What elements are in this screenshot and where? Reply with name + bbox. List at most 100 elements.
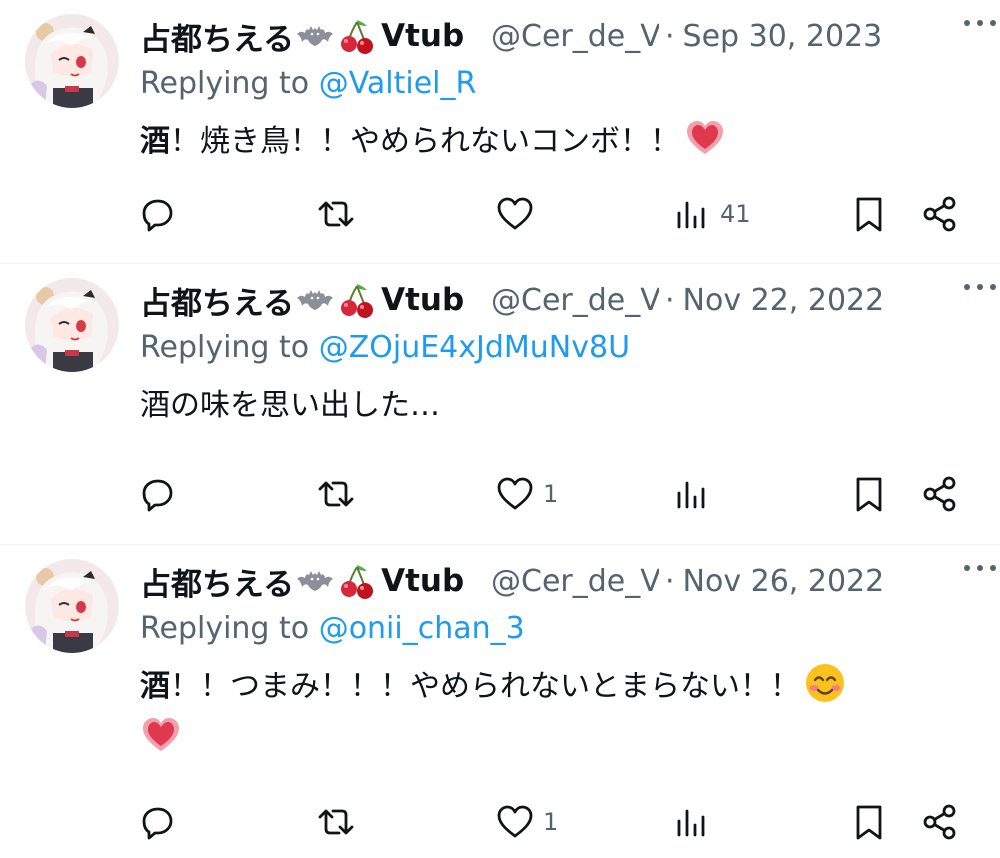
header-separator: · [665, 563, 675, 599]
author-name-suffix: Vtub [381, 282, 465, 318]
tweet-text-rest: 酒の味を思い出した… [140, 388, 440, 423]
replying-to-label: Replying to [140, 611, 310, 646]
reply-icon [142, 807, 173, 840]
bookmark-icon [856, 197, 882, 232]
tweet-text-rest: ！！つまみ！！！やめられないとまらない！！ [170, 669, 800, 704]
like-count: 1 [543, 480, 559, 508]
views-button[interactable] [672, 797, 720, 847]
tweet-date[interactable]: Sep 30, 2023 [683, 19, 883, 54]
reply-icon [142, 199, 173, 232]
tweet-date[interactable]: Nov 26, 2022 [683, 564, 885, 599]
share-icon [923, 196, 956, 232]
bookmark-icon [856, 477, 882, 512]
retweet-button[interactable] [316, 469, 364, 519]
author-name[interactable]: 占都ちえる Vtub [140, 14, 483, 59]
cherries-icon [337, 280, 377, 320]
reply-button[interactable] [138, 469, 186, 519]
tweet-text-rest: ！焼き鳥！！やめられないコンボ！！ [170, 124, 680, 159]
replying-to-mention[interactable]: @onii_chan_3 [319, 611, 525, 646]
views-icon [677, 809, 705, 837]
author-name-suffix: Vtub [381, 18, 465, 54]
avatar[interactable] [25, 559, 119, 653]
author-name-suffix: Vtub [381, 563, 465, 599]
bookmark-button[interactable] [849, 189, 889, 239]
share-icon [923, 476, 956, 512]
tweet-actions: 41 [0, 189, 1000, 239]
replying-to: Replying to @ZOjuE4xJdMuNv8U [140, 330, 630, 365]
replying-to-label: Replying to [140, 330, 310, 365]
bookmark-icon [856, 805, 882, 840]
header-separator: · [665, 18, 675, 54]
tweet-text: 酒！！つまみ！！！やめられないとまらない！！ [140, 661, 970, 765]
retweet-icon [318, 201, 354, 227]
tweet-text-bold: 酒 [140, 124, 170, 159]
author-name-text: 占都ちえる [140, 285, 295, 322]
more-icon[interactable] [960, 553, 1000, 583]
share-button[interactable] [920, 189, 960, 239]
tweet[interactable]: 占都ちえる Vtub @Cer_de_Vl · Nov 26, 2022 Rep… [0, 545, 1000, 858]
views-icon [677, 481, 705, 509]
bookmark-button[interactable] [849, 469, 889, 519]
bookmark-button[interactable] [849, 797, 889, 847]
like-icon [497, 477, 533, 510]
replying-to: Replying to @onii_chan_3 [140, 611, 525, 646]
views-icon [677, 201, 705, 229]
bat-icon [295, 280, 335, 320]
views-button[interactable] [672, 469, 720, 519]
heart-icon [140, 714, 182, 756]
tweet-header: 占都ちえる Vtub @Cer_de_Vl · Nov 22, 2022 [140, 276, 980, 324]
retweet-button[interactable] [316, 189, 364, 239]
author-name[interactable]: 占都ちえる Vtub [140, 559, 483, 604]
retweet-button[interactable] [316, 797, 364, 847]
share-button[interactable] [920, 469, 960, 519]
replying-to-mention[interactable]: @Valtiel_R [319, 66, 477, 101]
bat-icon [295, 561, 335, 601]
header-separator: · [665, 282, 675, 318]
author-name[interactable]: 占都ちえる Vtub [140, 278, 483, 323]
like-button[interactable]: 1 [495, 469, 558, 519]
tweet[interactable]: 占都ちえる Vtub @Cer_de_Vl · Nov 22, 2022 Rep… [0, 264, 1000, 544]
like-button[interactable] [495, 189, 543, 239]
cherries-icon [337, 561, 377, 601]
retweet-icon [318, 481, 354, 507]
author-handle[interactable]: @Cer_de_Vl [491, 564, 659, 599]
avatar[interactable] [25, 14, 119, 108]
tweet-text: 酒！焼き鳥！！やめられないコンボ！！ [140, 116, 970, 168]
more-icon[interactable] [960, 272, 1000, 302]
avatar-image [25, 14, 119, 108]
replying-to: Replying to @Valtiel_R [140, 66, 476, 101]
replying-to-mention[interactable]: @ZOjuE4xJdMuNv8U [319, 330, 630, 365]
tweet-actions: 1 [0, 469, 1000, 519]
author-handle[interactable]: @Cer_de_Vl [491, 283, 659, 318]
author-name-text: 占都ちえる [140, 566, 295, 603]
tweet-text: 酒の味を思い出した… [140, 380, 970, 432]
tweet-header: 占都ちえる Vtub @Cer_de_Vl · Sep 30, 2023 [140, 12, 980, 60]
author-handle[interactable]: @Cer_de_Vl [491, 19, 659, 54]
like-icon [497, 197, 533, 230]
share-icon [923, 804, 956, 840]
avatar[interactable] [25, 278, 119, 372]
author-name-text: 占都ちえる [140, 21, 295, 58]
smiling-face-icon [804, 662, 846, 704]
tweet-actions: 1 [0, 797, 1000, 847]
view-count: 41 [720, 200, 751, 228]
reply-icon [142, 479, 173, 512]
reply-button[interactable] [138, 797, 186, 847]
tweet-date[interactable]: Nov 22, 2022 [683, 283, 885, 318]
tweet[interactable]: 占都ちえる Vtub @Cer_de_Vl · Sep 30, 2023 Rep… [0, 0, 1000, 263]
reply-button[interactable] [138, 189, 186, 239]
cherries-icon [337, 16, 377, 56]
tweet-header: 占都ちえる Vtub @Cer_de_Vl · Nov 26, 2022 [140, 557, 980, 605]
replying-to-label: Replying to [140, 66, 310, 101]
avatar-image [25, 559, 119, 653]
bat-icon [295, 16, 335, 56]
tweet-text-bold: 酒 [140, 669, 170, 704]
reply-feed: 占都ちえる Vtub @Cer_de_Vl · Sep 30, 2023 Rep… [0, 0, 1000, 858]
more-icon[interactable] [960, 8, 1000, 38]
like-count: 1 [543, 808, 559, 836]
views-button[interactable]: 41 [672, 189, 751, 239]
avatar-image [25, 278, 119, 372]
like-button[interactable]: 1 [495, 797, 558, 847]
like-icon [497, 805, 533, 838]
share-button[interactable] [920, 797, 960, 847]
